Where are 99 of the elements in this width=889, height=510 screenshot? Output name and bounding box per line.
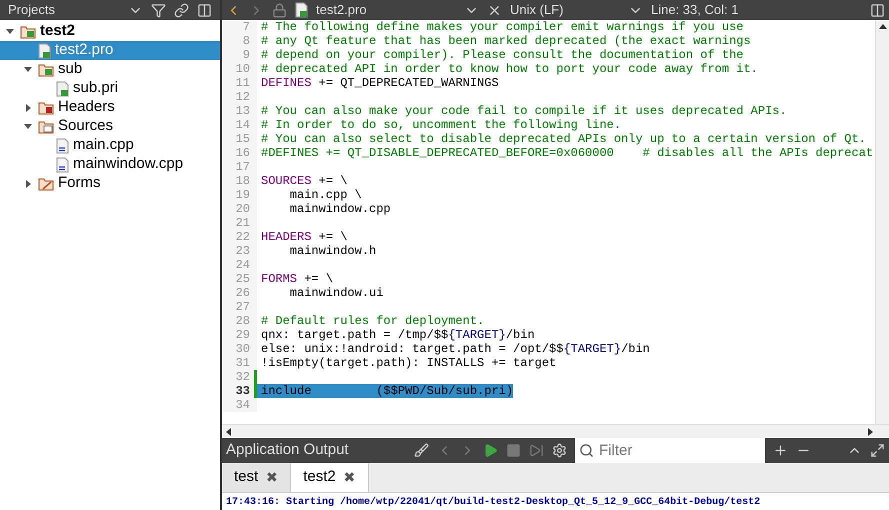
project-folder-icon — [38, 62, 54, 76]
line-number: 27 — [222, 300, 254, 314]
code-line: HEADERS += \ — [260, 230, 348, 244]
code-line: mainwindow.h — [288, 244, 376, 258]
run-icon[interactable] — [483, 443, 498, 458]
source-folder-icon — [38, 120, 54, 134]
maximize-icon[interactable] — [870, 443, 885, 458]
tree-item[interactable]: Sources — [0, 117, 220, 136]
code-line: # deprecated API in order to know how to port your code away from it. — [260, 62, 758, 76]
code-line: FORMS += \ — [260, 272, 334, 286]
code-line: # In order to do so, uncomment the following line. — [260, 118, 622, 132]
tree-item[interactable]: main.cpp — [0, 136, 220, 155]
tab-close-icon[interactable]: ✖ — [344, 467, 356, 488]
output-line: 17:43:16: Starting /home/wtp/22041/qt/build-test2-Desktop_Qt_5_12_9_GCC_64bit-Debug/test2 — [225, 496, 762, 510]
code-line: # You can also make your code fail to compile if it uses deprecated APIs. — [260, 104, 787, 118]
link-icon[interactable] — [174, 2, 189, 18]
code-line: SOURCES += \ — [260, 174, 348, 188]
line-number: 33 — [222, 384, 254, 398]
collapsed-arrow-icon[interactable] — [26, 104, 30, 112]
file-name: test2.pro — [316, 1, 368, 20]
scroll-right-arrow-icon[interactable] — [868, 428, 873, 436]
line-number: 31 — [222, 356, 254, 370]
line-number: 32 — [222, 370, 254, 384]
split-icon[interactable] — [870, 2, 885, 18]
line-number: 13 — [222, 104, 254, 118]
line-number: 14 — [222, 118, 254, 132]
tree-item[interactable]: test2 — [0, 22, 220, 41]
settings-icon[interactable] — [552, 443, 567, 458]
line-number: 15 — [222, 132, 254, 146]
line-number: 25 — [222, 272, 254, 286]
code-line: mainwindow.cpp — [288, 202, 391, 216]
tree-item[interactable]: Forms — [0, 174, 220, 193]
horizontal-scrollbar[interactable] — [222, 424, 889, 438]
expanded-arrow-icon[interactable] — [6, 29, 14, 34]
forms-folder-icon — [38, 176, 54, 190]
line-number: 18 — [222, 174, 254, 188]
filter-field[interactable]: Filter — [575, 438, 765, 463]
line-number: 12 — [222, 90, 254, 104]
project-file-icon — [295, 2, 308, 18]
expanded-arrow-icon[interactable] — [24, 124, 32, 129]
cpp-file-icon — [56, 138, 69, 154]
line-number: 9 — [222, 48, 254, 62]
line-number: 16 — [222, 146, 254, 160]
code-line: mainwindow.ui — [288, 286, 384, 300]
code-line: # You can also select to disable deprecated APIs only up to a certain version of Qt. — [260, 132, 866, 146]
output-tab[interactable]: test ✖ — [222, 463, 292, 492]
code-line: #DEFINES += QT_DISABLE_DEPRECATED_BEFORE=0x060000 # disables all the APIs deprecat — [260, 146, 874, 160]
line-number: 28 — [222, 314, 254, 328]
header-folder-icon — [38, 100, 54, 114]
vertical-scrollbar[interactable] — [875, 20, 889, 424]
line-number: 21 — [222, 216, 254, 230]
project-file-icon — [38, 42, 51, 58]
line-number: 8 — [222, 34, 254, 48]
project-file-icon — [56, 80, 69, 96]
tree-item[interactable]: Headers — [0, 98, 220, 117]
line-number: 11 — [222, 76, 254, 90]
cpp-file-icon — [56, 156, 69, 172]
tree-item[interactable]: sub.pri — [0, 79, 220, 98]
line-number: 26 — [222, 286, 254, 300]
tree-item[interactable]: sub — [0, 60, 220, 79]
code-line: DEFINES += QT_DEPRECATED_WARNINGS — [260, 76, 499, 90]
tree-item[interactable]: test2.pro — [0, 41, 220, 60]
search-icon — [579, 443, 594, 458]
line-number: 24 — [222, 258, 254, 272]
code-line: main.cpp \ — [288, 188, 362, 202]
line-number: 22 — [222, 230, 254, 244]
plus-icon[interactable] — [773, 443, 788, 458]
line-number: 29 — [222, 328, 254, 342]
tab-close-icon[interactable]: ✖ — [266, 467, 278, 488]
line-ending[interactable]: Unix (LF) — [510, 0, 620, 20]
clear-icon[interactable] — [414, 443, 429, 458]
filter-icon[interactable] — [151, 2, 166, 18]
project-folder-icon — [20, 24, 36, 38]
line-number: 17 — [222, 160, 254, 174]
code-line: # The following define makes your compiler emit warnings if you use — [260, 20, 744, 34]
code-line: # any Qt feature that has been marked deprecated (the exact warnings — [260, 34, 751, 48]
code-line: qnx: target.path = /tmp/$${TARGET}/bin — [260, 328, 535, 342]
code-line: # depend on your compiler). Please consult the documentation of the — [260, 48, 744, 62]
tree-item[interactable]: mainwindow.cpp — [0, 155, 220, 174]
line-number: 10 — [222, 62, 254, 76]
line-number: 20 — [222, 202, 254, 216]
panel-title: Projects — [8, 1, 56, 20]
code-line: # Default rules for deployment. — [260, 314, 484, 328]
collapsed-arrow-icon[interactable] — [26, 180, 30, 188]
scroll-left-arrow-icon[interactable] — [226, 428, 231, 436]
scroll-up-arrow-icon[interactable] — [878, 24, 886, 29]
line-number: 19 — [222, 188, 254, 202]
expanded-arrow-icon[interactable] — [24, 67, 32, 72]
output-tab[interactable]: test2 ✖ — [291, 463, 369, 492]
cursor-position: Line: 33, Col: 1 — [651, 1, 740, 20]
code-line: !isEmpty(target.path): INSTALLS += target — [260, 356, 556, 370]
lock-icon[interactable] — [272, 2, 287, 18]
code-line: else: unix:!android: target.path = /opt/$${TARGET}/bin — [260, 342, 650, 356]
pane-title: Application Output — [226, 440, 350, 460]
line-number: 23 — [222, 244, 254, 258]
split-icon[interactable] — [197, 2, 212, 18]
line-number: 7 — [222, 20, 254, 34]
line-number: 34 — [222, 398, 254, 412]
line-number: 30 — [222, 342, 254, 356]
